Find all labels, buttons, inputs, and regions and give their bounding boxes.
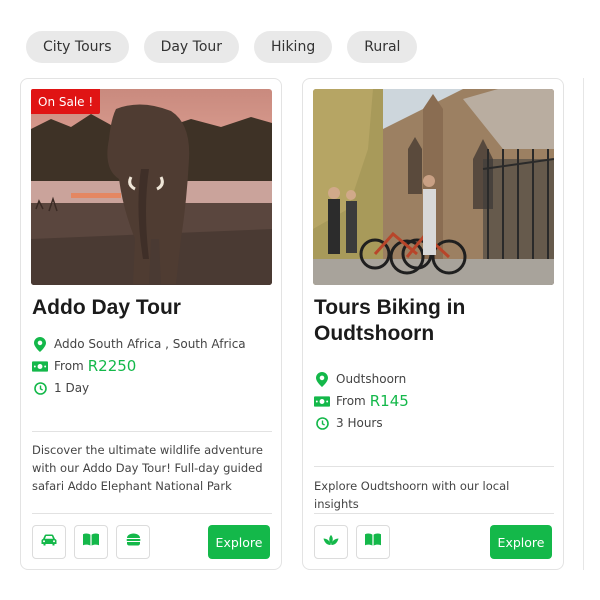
amenity-meal[interactable] bbox=[116, 525, 150, 559]
tour-description: Discover the ultimate wildlife adventure… bbox=[32, 443, 263, 493]
tour-photo-biking[interactable] bbox=[313, 89, 554, 285]
category-filter-bar: City Tours Day Tour Hiking Rural bbox=[26, 31, 418, 63]
tour-title[interactable]: Tours Biking in Oudtshoorn bbox=[314, 295, 554, 347]
tour-card-addo[interactable]: On Sale ! Addo Day Tour Addo South Afric… bbox=[20, 78, 282, 570]
on-sale-badge: On Sale ! bbox=[31, 89, 101, 114]
tour-card-oudtshoorn[interactable]: Tours Biking in Oudtshoorn Oudtshoorn Fr… bbox=[302, 78, 564, 570]
filter-chip-hiking[interactable]: Hiking bbox=[254, 31, 333, 63]
price-row: From R145 bbox=[314, 390, 409, 412]
tour-title[interactable]: Addo Day Tour bbox=[32, 295, 272, 321]
divider bbox=[314, 466, 554, 467]
clock-icon bbox=[32, 380, 48, 396]
lotus-icon bbox=[323, 533, 339, 551]
amenity-list bbox=[314, 525, 390, 559]
book-icon bbox=[365, 533, 381, 551]
amenity-list bbox=[32, 525, 150, 559]
price-value: R2250 bbox=[87, 357, 137, 375]
money-icon bbox=[314, 393, 330, 409]
money-icon bbox=[32, 358, 48, 374]
location-row: Oudtshoorn bbox=[314, 368, 409, 390]
clock-icon bbox=[314, 415, 330, 431]
price-row: From R2250 bbox=[32, 355, 246, 377]
explore-button[interactable]: Explore bbox=[490, 525, 552, 559]
filter-chip-rural[interactable]: Rural bbox=[347, 31, 418, 63]
amenity-transport[interactable] bbox=[32, 525, 66, 559]
duration-text: 1 Day bbox=[54, 381, 90, 395]
location-pin-icon bbox=[32, 336, 48, 352]
biking-church-photo bbox=[313, 89, 554, 285]
tour-photo-elephant[interactable] bbox=[31, 89, 272, 285]
price-value: R145 bbox=[369, 392, 409, 410]
elephant-photo bbox=[31, 89, 272, 285]
duration-text: 3 Hours bbox=[336, 416, 383, 430]
amenity-wellness[interactable] bbox=[314, 525, 348, 559]
filter-chip-city-tours[interactable]: City Tours bbox=[26, 31, 129, 63]
amenity-guide[interactable] bbox=[356, 525, 390, 559]
filter-chip-day-tour[interactable]: Day Tour bbox=[143, 31, 240, 63]
car-icon bbox=[41, 533, 57, 551]
location-text: Oudtshoorn bbox=[336, 372, 407, 386]
divider bbox=[314, 513, 554, 514]
amenity-guide[interactable] bbox=[74, 525, 108, 559]
price-prefix: From bbox=[54, 359, 84, 373]
tour-meta: Oudtshoorn From R145 3 Hours bbox=[314, 368, 409, 434]
divider bbox=[32, 513, 272, 514]
divider bbox=[32, 431, 272, 432]
book-icon bbox=[83, 533, 99, 551]
price-prefix: From bbox=[336, 394, 366, 408]
location-pin-icon bbox=[314, 371, 330, 387]
location-row: Addo South Africa , South Africa bbox=[32, 333, 246, 355]
explore-button[interactable]: Explore bbox=[208, 525, 270, 559]
tour-meta: Addo South Africa , South Africa From R2… bbox=[32, 333, 246, 399]
duration-row: 3 Hours bbox=[314, 412, 409, 434]
duration-row: 1 Day bbox=[32, 377, 246, 399]
burger-icon bbox=[126, 533, 141, 551]
next-card-edge bbox=[583, 78, 584, 570]
tour-description: Explore Oudtshoorn with our local insigh… bbox=[314, 479, 510, 511]
location-text: Addo South Africa , South Africa bbox=[54, 337, 246, 351]
